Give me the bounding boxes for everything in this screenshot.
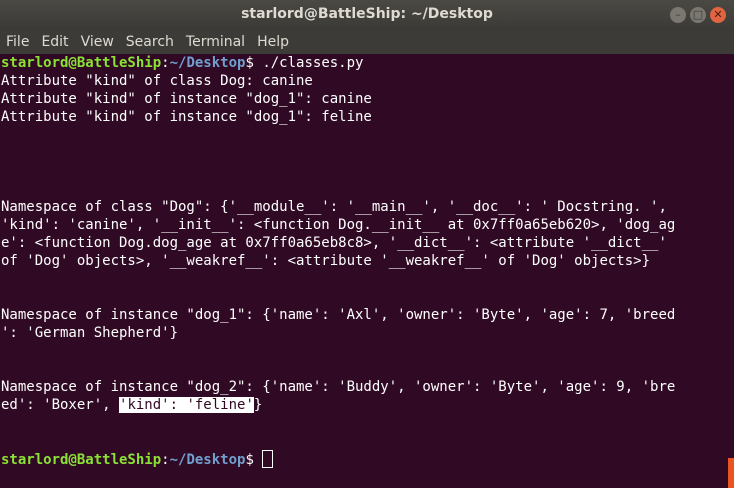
output-line: Attribute "kind" of instance "dog_1": fe…	[1, 109, 372, 125]
prompt-line: starlord@BattleShip:~/Desktop$	[0, 450, 734, 468]
prompt-dollar: $	[245, 55, 263, 71]
menu-help[interactable]: Help	[253, 34, 293, 50]
output-line: e': <function Dog.dog_age at 0x7ff0a65eb…	[1, 235, 667, 251]
text-cursor	[262, 450, 274, 468]
prompt-dollar: $	[245, 452, 263, 468]
maximize-button[interactable]: □	[690, 7, 706, 23]
minimize-button[interactable]: –	[670, 7, 686, 23]
scrollbar-thumb[interactable]	[728, 458, 734, 488]
prompt-user-host: starlord@BattleShip	[1, 452, 162, 468]
menu-edit[interactable]: Edit	[37, 34, 72, 50]
prompt-user-host: starlord@BattleShip	[1, 55, 162, 71]
output-line: Attribute "kind" of instance "dog_1": ca…	[1, 91, 372, 107]
prompt-colon: :	[161, 452, 170, 468]
output-line: of 'Dog' objects>, '__weakref__': <attri…	[1, 253, 651, 269]
terminal-output[interactable]: starlord@BattleShip:~/Desktop$ ./classes…	[0, 54, 734, 488]
output-line: Namespace of instance "dog_2": {'name': …	[1, 379, 676, 395]
menu-file[interactable]: File	[2, 34, 33, 50]
close-button[interactable]: ✕	[710, 7, 726, 23]
output-line: Namespace of class "Dog": {'__module__':…	[1, 199, 667, 215]
output-line: Attribute "kind" of class Dog: canine	[1, 73, 313, 89]
prompt-line: starlord@BattleShip:~/Desktop$ ./classes…	[0, 54, 734, 72]
terminal-window: starlord@BattleShip: ~/Desktop – □ ✕ Fil…	[0, 0, 734, 488]
output-line: ': 'German Shepherd'}	[1, 325, 179, 341]
prompt-path: ~/Desktop	[169, 55, 246, 71]
output-line: Namespace of instance "dog_1": {'name': …	[1, 307, 676, 323]
menu-terminal[interactable]: Terminal	[182, 34, 249, 50]
output-text: }	[253, 397, 263, 413]
menu-view[interactable]: View	[77, 34, 118, 50]
menu-search[interactable]: Search	[122, 34, 178, 50]
output-line: ed': 'Boxer', 'kind': 'feline'}	[0, 396, 734, 414]
output-line: 'kind': 'canine', '__init__': <function …	[1, 217, 676, 233]
output-text: ed': 'Boxer',	[1, 397, 120, 413]
prompt-path: ~/Desktop	[169, 452, 246, 468]
selected-text[interactable]: 'kind': 'feline'	[119, 397, 254, 413]
prompt-colon: :	[161, 55, 170, 71]
command-text: ./classes.py	[262, 55, 364, 71]
menu-bar: File Edit View Search Terminal Help	[0, 30, 734, 54]
window-title: starlord@BattleShip: ~/Desktop	[241, 6, 493, 22]
title-bar[interactable]: starlord@BattleShip: ~/Desktop – □ ✕	[0, 0, 734, 30]
window-controls: – □ ✕	[670, 7, 726, 23]
